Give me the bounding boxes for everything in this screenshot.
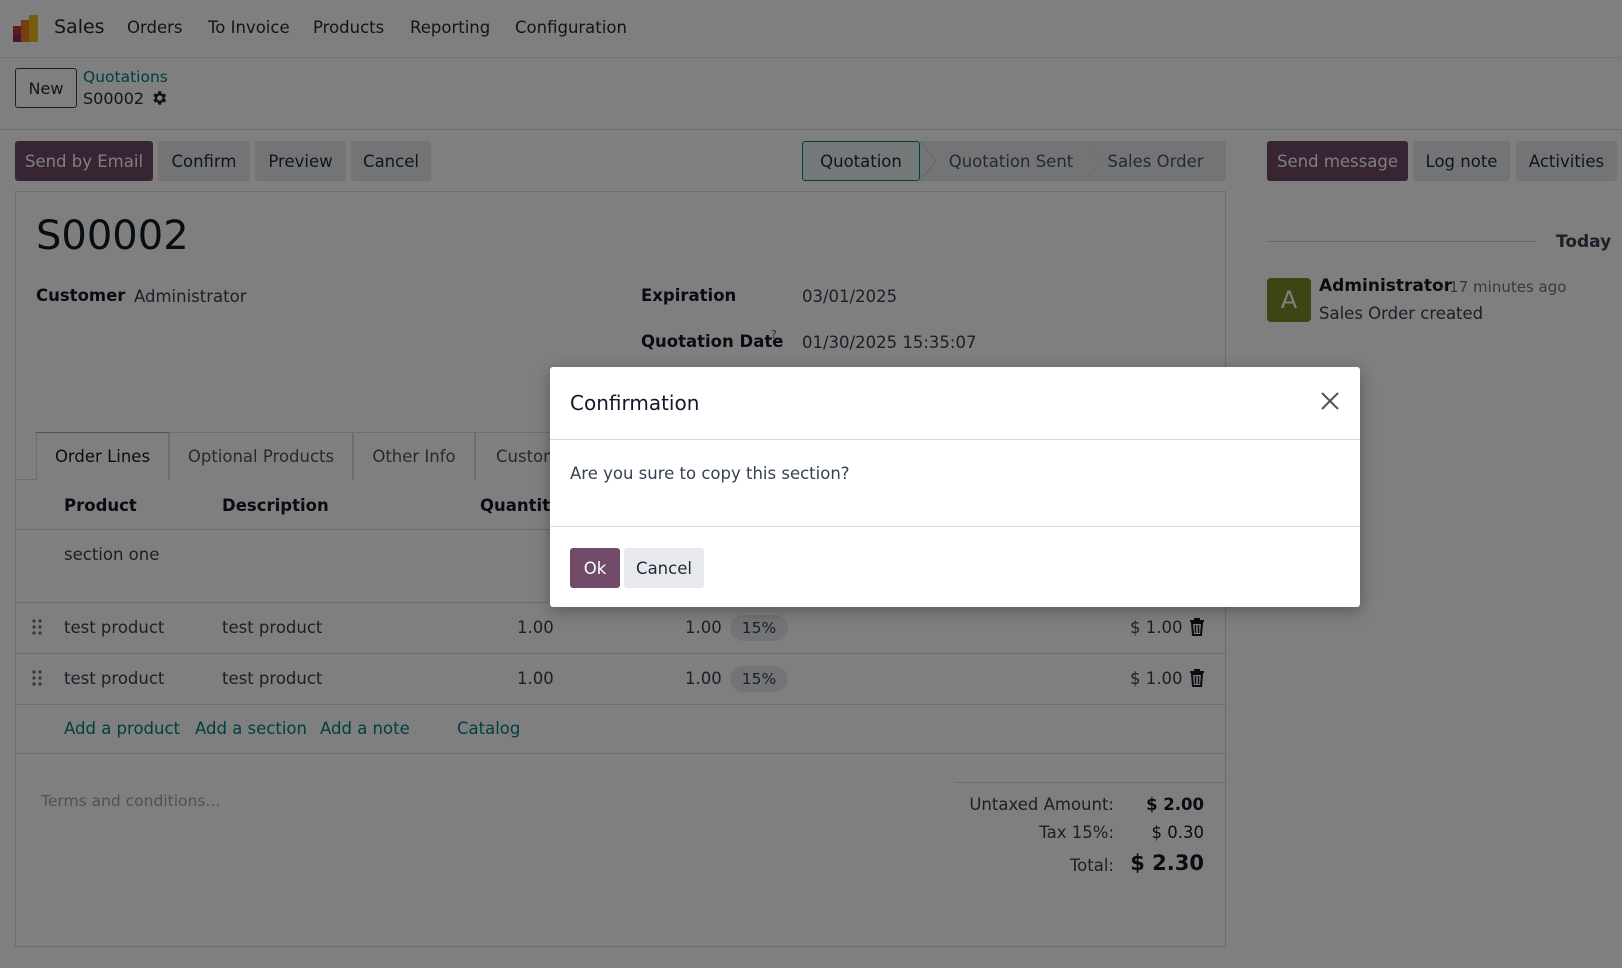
dialog-cancel-button[interactable]: Cancel — [624, 548, 704, 588]
confirmation-dialog: Confirmation Are you sure to copy this s… — [550, 367, 1360, 607]
close-icon[interactable] — [1318, 389, 1342, 413]
dialog-footer-divider — [550, 526, 1360, 527]
dialog-title: Confirmation — [570, 391, 700, 415]
dialog-message: Are you sure to copy this section? — [570, 464, 850, 483]
dialog-header-divider — [550, 439, 1360, 440]
ok-button[interactable]: Ok — [570, 548, 620, 588]
